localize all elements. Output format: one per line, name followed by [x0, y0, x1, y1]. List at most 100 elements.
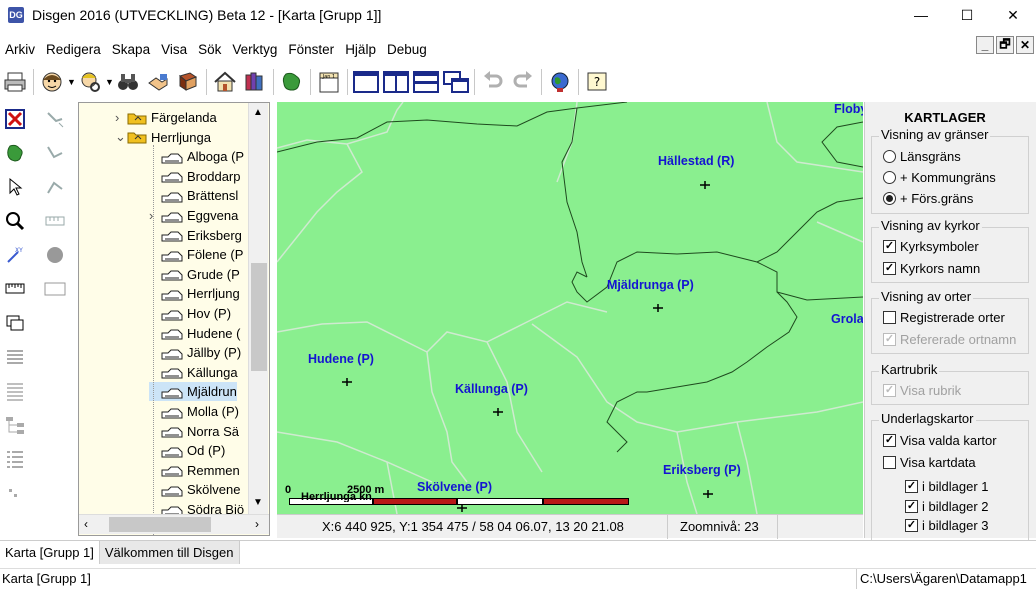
menu-fonster[interactable]: Fönster [283, 42, 340, 57]
place-label-hallestad[interactable]: Hällestad (R) [658, 154, 734, 168]
checkbox-show-map-data[interactable]: Visa kartdata [883, 452, 976, 472]
checkbox-layer-3[interactable]: ✓ i bildlager 3 [905, 515, 989, 535]
expand-chevron-icon[interactable]: › [115, 110, 127, 125]
radio-icon[interactable] [883, 170, 896, 184]
tree-item[interactable]: › Färgelanda [115, 108, 217, 127]
checkbox-checked-icon[interactable]: ✓ [883, 433, 896, 447]
map-icon[interactable] [277, 67, 307, 97]
menu-debug[interactable]: Debug [382, 42, 433, 57]
binoculars-icon[interactable] [113, 67, 143, 97]
scroll-left-icon[interactable]: ‹ [84, 517, 88, 531]
scroll-right-icon[interactable]: › [255, 517, 259, 531]
checkbox-show-selected-maps[interactable]: ✓ Visa valda kartor [883, 430, 997, 450]
mdi-close-button[interactable]: ✕ [1016, 36, 1034, 54]
help-icon[interactable]: ? [582, 67, 612, 97]
tree-item[interactable]: ⌄ Herrljunga [115, 128, 211, 147]
search-dropdown-icon[interactable]: ▼ [105, 77, 114, 87]
handshake-icon[interactable] [143, 67, 173, 97]
menu-redigera[interactable]: Redigera [41, 42, 107, 57]
checkbox-layer-1[interactable]: ✓ i bildlager 1 [905, 476, 989, 496]
person-search-icon[interactable] [75, 67, 105, 97]
checkbox-layer-2[interactable]: ✓ i bildlager 2 [905, 496, 989, 516]
mdi-minimize-button[interactable]: _ [976, 36, 994, 54]
scroll-up-icon[interactable]: ▲ [253, 107, 263, 118]
menu-visa[interactable]: Visa [156, 42, 193, 57]
checkbox-checked-icon[interactable]: ✓ [883, 239, 896, 253]
place-label-mjaldrunga[interactable]: Mjäldrunga (P) [607, 278, 694, 292]
tree-item[interactable]: Norra Sä [149, 422, 239, 441]
tree-item[interactable]: Molla (P) [149, 402, 239, 421]
menu-arkiv[interactable]: Arkiv [0, 42, 41, 57]
layout-single-icon[interactable] [351, 67, 381, 97]
place-label-grolanda[interactable]: Grolanda [831, 312, 863, 326]
close-map-icon[interactable] [4, 108, 26, 130]
layout-cascade-icon[interactable] [441, 67, 471, 97]
mdi-restore-button[interactable]: 🗗 [996, 36, 1014, 54]
calendar-icon[interactable]: Jan 1 [314, 67, 344, 97]
hscroll-thumb[interactable] [109, 517, 211, 532]
checkbox-church-names[interactable]: ✓ Kyrkors namn [883, 258, 980, 278]
expand-chevron-icon[interactable]: › [149, 208, 161, 223]
tab-karta[interactable]: Karta [Grupp 1] [0, 541, 100, 564]
tree-item[interactable]: Hudene ( [149, 324, 240, 343]
tree-item[interactable]: Remmen [149, 461, 240, 480]
place-label-eriksberg[interactable]: Eriksberg (P) [663, 463, 741, 477]
scroll-down-icon[interactable]: ▼ [253, 497, 263, 508]
maximize-button[interactable]: ☐ [944, 0, 990, 30]
tree-vertical-scrollbar[interactable]: ▲ ▼ [248, 103, 268, 514]
tab-valkommen[interactable]: Välkommen till Disgen [99, 541, 240, 564]
checkbox-icon[interactable] [883, 310, 896, 324]
scroll-thumb[interactable] [251, 263, 267, 371]
menu-sok[interactable]: Sök [193, 42, 227, 57]
close-button[interactable]: ✕ [990, 0, 1036, 30]
checkbox-registered-places[interactable]: Registrerade orter [883, 307, 1005, 327]
tree-horizontal-scrollbar[interactable]: ‹ › [79, 514, 269, 534]
place-label-kallunga[interactable]: Källunga (P) [455, 382, 528, 396]
tree-item[interactable]: Alboga (P [149, 147, 244, 166]
tree-item[interactable]: Fölene (P [149, 245, 243, 264]
tree-item[interactable]: Herrljung [149, 284, 240, 303]
book-icon[interactable] [173, 67, 203, 97]
books-icon[interactable] [240, 67, 270, 97]
tree-item[interactable]: Broddarp [149, 167, 240, 186]
minimize-button[interactable]: — [898, 0, 944, 30]
menu-verktyg[interactable]: Verktyg [227, 42, 283, 57]
radio-forsgrans[interactable]: + Förs.gräns [883, 188, 973, 208]
checkbox-checked-icon[interactable]: ✓ [883, 261, 896, 275]
tree-item[interactable]: Jällby (P) [149, 343, 241, 362]
collapse-chevron-icon[interactable]: ⌄ [115, 129, 127, 145]
place-label-hudene[interactable]: Hudene (P) [308, 352, 374, 366]
checkbox-icon[interactable] [883, 455, 896, 469]
checkbox-checked-icon[interactable]: ✓ [905, 479, 918, 493]
menu-hjalp[interactable]: Hjälp [340, 42, 382, 57]
checkbox-checked-icon[interactable]: ✓ [905, 518, 918, 532]
person-icon[interactable] [37, 67, 67, 97]
tree-item[interactable]: Od (P) [149, 441, 225, 460]
zoom-icon[interactable] [4, 210, 26, 232]
checkbox-church-symbols[interactable]: ✓ Kyrksymboler [883, 236, 979, 256]
radio-lansgrans[interactable]: Länsgräns [883, 146, 961, 166]
tree-item[interactable]: Grude (P [149, 265, 240, 284]
layout-split-vertical-icon[interactable] [381, 67, 411, 97]
printer-icon[interactable] [0, 67, 30, 97]
pointer-icon[interactable] [4, 176, 26, 198]
place-label-floby[interactable]: Floby [834, 102, 863, 116]
tree-item[interactable]: Eriksberg [149, 226, 242, 245]
layout-split-horizontal-icon[interactable] [411, 67, 441, 97]
menu-skapa[interactable]: Skapa [107, 42, 156, 57]
tree-item[interactable]: › Eggvena [149, 206, 238, 225]
radio-kommungrans[interactable]: + Kommungräns [883, 167, 996, 187]
map-canvas[interactable]: Floby Hällestad (R) Mjäldrunga (P) Grola… [277, 102, 863, 514]
tree-item[interactable]: Hov (P) [149, 304, 231, 323]
tree-item[interactable]: Brättensl [149, 186, 238, 205]
checkbox-checked-icon[interactable]: ✓ [905, 499, 918, 513]
map-region-icon[interactable] [4, 142, 26, 164]
copy-window-icon[interactable] [4, 312, 26, 334]
radio-icon[interactable] [883, 149, 896, 163]
tree-item[interactable]: Mjäldrun [149, 382, 237, 402]
radio-selected-icon[interactable] [883, 191, 896, 205]
coordinate-icon[interactable]: XY [4, 244, 26, 266]
tree-item[interactable]: Källunga [149, 363, 238, 382]
globe-icon[interactable] [545, 67, 575, 97]
place-label-skolvene[interactable]: Skölvene (P) [417, 480, 492, 494]
